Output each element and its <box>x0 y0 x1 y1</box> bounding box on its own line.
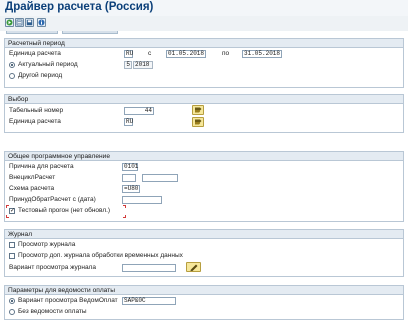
offcycle-field-1[interactable] <box>122 174 136 182</box>
application-toolbar <box>0 16 408 31</box>
schema-label: Схема расчета <box>9 185 55 192</box>
test-run-checkbox[interactable]: ✓ <box>9 208 15 214</box>
clipped-button[interactable] <box>62 31 118 34</box>
selection-unit-field[interactable]: RU <box>124 118 133 126</box>
offcycle-label: ВнециклРасчет <box>9 174 56 181</box>
other-period-label: Другой период <box>18 72 63 79</box>
focus-corner <box>123 205 126 208</box>
clipped-button[interactable] <box>6 31 58 34</box>
log-variant-field[interactable] <box>122 264 176 272</box>
no-remuneration-label: Без ведомости оплаты <box>18 308 87 315</box>
personnel-number-label: Табельный номер <box>9 107 64 114</box>
remuneration-variant-field[interactable]: SAP&0C <box>122 297 176 305</box>
info-icon[interactable] <box>37 18 46 27</box>
offcycle-field-2[interactable] <box>142 174 178 182</box>
payroll-unit-label: Единица расчета <box>9 50 61 57</box>
section-header: Общее программное управление <box>5 152 403 161</box>
section-header: Расчетный период <box>5 39 403 48</box>
title-bar: Драйвер расчета (Россия) <box>0 0 408 16</box>
section-header: Параметры для ведомости оплаты <box>5 286 403 295</box>
current-period-label: Актуальный период <box>18 61 78 68</box>
multiple-selection-icon[interactable] <box>192 117 204 127</box>
reason-label: Причина для расчета <box>9 163 74 170</box>
focus-corner <box>6 215 9 218</box>
view-extra-log-checkbox[interactable] <box>9 253 15 259</box>
from-date-field[interactable]: 01.05.2018 <box>166 50 206 58</box>
current-period-radio[interactable] <box>9 62 15 68</box>
multiple-selection-icon[interactable] <box>192 105 204 115</box>
selection-section: Выбор <box>4 94 404 133</box>
to-label: по <box>222 50 230 57</box>
section-header: Журнал <box>5 230 403 239</box>
personnel-number-field[interactable]: 44 <box>124 107 154 115</box>
payroll-unit-field[interactable]: RU <box>124 50 133 58</box>
remuneration-variant-radio[interactable] <box>9 298 15 304</box>
selection-unit-label: Единица расчета <box>9 118 61 125</box>
focus-corner <box>123 215 126 218</box>
window-title: Драйвер расчета (Россия) <box>5 1 154 13</box>
section-header: Выбор <box>5 95 403 104</box>
period-number-field[interactable]: 5 <box>124 61 132 69</box>
other-period-radio[interactable] <box>9 73 15 79</box>
save-variant-icon[interactable] <box>25 18 34 27</box>
view-log-checkbox[interactable] <box>9 242 15 248</box>
test-run-label: Тестовый прогон (нет обновл.) <box>18 207 111 214</box>
execute-icon[interactable] <box>5 18 14 27</box>
schema-field[interactable]: =U80 <box>122 185 140 193</box>
forced-recalc-label: ПринудОбратРасчет с (дата) <box>9 196 96 203</box>
from-label: с <box>148 50 152 57</box>
period-year-field[interactable]: 2018 <box>133 61 153 69</box>
reason-field[interactable]: 0101 <box>122 163 138 171</box>
variant-icon[interactable] <box>15 18 24 27</box>
view-extra-log-label: Просмотр доп. журнала обработки временны… <box>18 252 183 259</box>
view-log-label: Просмотр журнала <box>18 241 76 248</box>
remuneration-variant-label: Вариант просмотра ВедомОплат <box>18 297 118 304</box>
no-remuneration-radio[interactable] <box>9 309 15 315</box>
forced-recalc-date-field[interactable] <box>122 196 162 204</box>
edit-pencil-icon[interactable] <box>186 262 201 272</box>
log-variant-label: Вариант просмотра журнала <box>9 264 96 271</box>
to-date-field[interactable]: 31.05.2018 <box>242 50 282 58</box>
